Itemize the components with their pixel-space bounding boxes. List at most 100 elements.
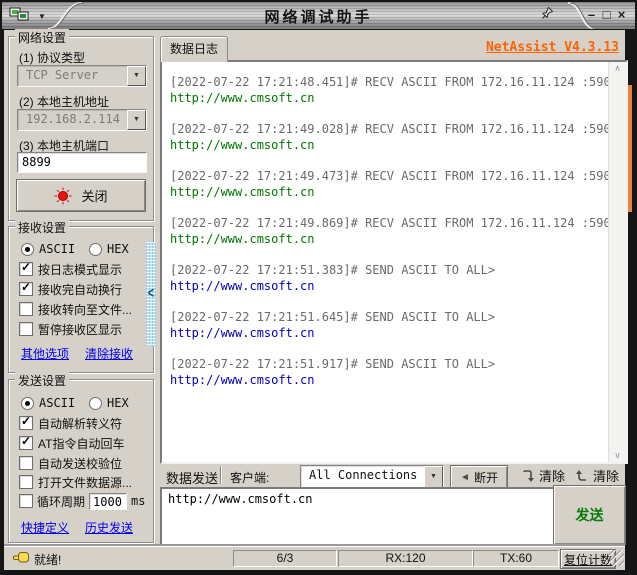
checkbox-checked-icon[interactable] xyxy=(19,282,33,296)
divider xyxy=(220,466,222,484)
status-counter-panel: 6/3 xyxy=(233,550,337,567)
radio-icon[interactable] xyxy=(89,243,102,256)
close-connection-button[interactable]: 关闭 xyxy=(16,179,146,212)
close-button[interactable]: × xyxy=(614,5,629,25)
checkbox-icon[interactable] xyxy=(19,494,33,508)
option-redirect-file[interactable]: 接收转向至文件... xyxy=(19,301,132,317)
radio-selected-icon[interactable] xyxy=(21,243,34,256)
checkbox-icon[interactable] xyxy=(19,302,33,316)
log-timestamp: [2022-07-22 17:21:51.645]# SEND ASCII TO… xyxy=(170,309,601,325)
checkbox-checked-icon[interactable] xyxy=(19,262,33,276)
tab-data-log[interactable]: 数据日志 xyxy=(160,36,228,62)
host-port-input[interactable]: 8899 xyxy=(17,152,147,173)
chevron-down-icon[interactable]: ▼ xyxy=(127,110,146,130)
client-label: 客户端: xyxy=(230,469,269,486)
reset-count-label: 复位计数 xyxy=(564,551,612,568)
scroll-up-icon[interactable]: ∧ xyxy=(614,62,621,75)
status-bar: 就绪! 6/3 RX:120 TX:60 复位计数 xyxy=(4,546,625,570)
log-url: http://www.cmsoft.cn xyxy=(170,325,601,341)
checkbox-icon[interactable] xyxy=(19,322,33,336)
red-status-led-icon xyxy=(54,187,72,205)
status-ready-text: 就绪! xyxy=(34,551,61,568)
minimize-button[interactable]: – xyxy=(584,5,599,25)
option-label: 暂停接收区显示 xyxy=(38,321,122,338)
status-tx-panel: TX:60 xyxy=(473,550,559,567)
option-log-mode[interactable]: 按日志模式显示 xyxy=(19,261,122,277)
log-timestamp: [2022-07-22 17:21:49.028]# RECV ASCII FR… xyxy=(170,121,601,137)
recv-ascii-radio[interactable]: ASCII xyxy=(21,241,75,257)
clear-receive-button[interactable]: 清除 xyxy=(521,466,565,485)
other-options-link[interactable]: 其他选项 xyxy=(21,345,69,362)
log-entry: [2022-07-22 17:21:49.869]# RECV ASCII FR… xyxy=(170,215,601,247)
option-pause-display[interactable]: 暂停接收区显示 xyxy=(19,321,122,337)
send-hex-label: HEX xyxy=(107,396,129,410)
window-content: 网络设置 (1) 协议类型 TCP Server ▼ (2) 本地主机地址 19… xyxy=(4,30,625,569)
data-send-label: 数据发送 xyxy=(166,468,218,487)
log-url: http://www.cmsoft.cn xyxy=(170,231,601,247)
version-link[interactable]: NetAssist V4.3.13 xyxy=(486,40,619,55)
titlebar[interactable]: ▼ 网络调试助手 – □ × xyxy=(2,2,635,29)
log-entry: [2022-07-22 17:21:51.383]# SEND ASCII TO… xyxy=(170,262,601,294)
send-ascii-radio[interactable]: ASCII xyxy=(21,395,75,411)
disconnect-label: 断开 xyxy=(474,469,498,486)
recv-hex-radio[interactable]: HEX xyxy=(89,241,129,257)
pin-icon[interactable] xyxy=(541,6,554,25)
option-label: 接收完自动换行 xyxy=(38,281,122,298)
send-hex-radio[interactable]: HEX xyxy=(89,395,129,411)
option-label: 自动发送校验位 xyxy=(38,455,122,472)
client-select[interactable]: All Connections (1) ▼ xyxy=(300,465,444,489)
send-text-input[interactable]: http://www.cmsoft.cn xyxy=(160,487,566,553)
send-button[interactable]: 发送 xyxy=(553,485,626,545)
host-address-value: 192.168.2.114 xyxy=(18,110,127,130)
checkbox-icon[interactable] xyxy=(19,475,33,489)
network-settings-group: 网络设置 (1) 协议类型 TCP Server ▼ (2) 本地主机地址 19… xyxy=(8,36,154,221)
option-file-source[interactable]: 打开文件数据源... xyxy=(19,474,132,490)
log-timestamp: [2022-07-22 17:21:49.473]# RECV ASCII FR… xyxy=(170,168,601,184)
clear-receive-link[interactable]: 清除接收 xyxy=(85,345,133,362)
host-address-select[interactable]: 192.168.2.114 ▼ xyxy=(17,109,147,131)
log-timestamp: [2022-07-22 17:21:49.869]# RECV ASCII FR… xyxy=(170,215,601,231)
disconnect-button[interactable]: ◄ 断开 xyxy=(450,465,508,489)
protocol-label: (1) 协议类型 xyxy=(19,49,85,66)
chevron-down-icon[interactable]: ▼ xyxy=(424,466,443,488)
clear-receive-label: 清除 xyxy=(539,466,565,485)
disconnect-arrow-icon: ◄ xyxy=(460,472,470,483)
radio-selected-icon[interactable] xyxy=(21,397,34,410)
collapse-arrow-icon: < xyxy=(148,286,154,303)
log-scrollbar[interactable]: ∧ ∨ xyxy=(608,62,626,462)
log-entry: [2022-07-22 17:21:51.917]# SEND ASCII TO… xyxy=(170,356,601,388)
option-label: 按日志模式显示 xyxy=(38,261,122,278)
option-parse-escape[interactable]: 自动解析转义符 xyxy=(19,415,122,431)
option-auto-newline[interactable]: 接收完自动换行 xyxy=(19,281,122,297)
clear-send-button[interactable]: 清除 xyxy=(575,466,619,485)
protocol-select[interactable]: TCP Server ▼ xyxy=(17,65,147,87)
option-label: AT指令自动回车 xyxy=(38,435,124,452)
option-label: 自动解析转义符 xyxy=(38,415,122,432)
reset-count-button[interactable]: 复位计数 xyxy=(560,549,616,569)
radio-icon[interactable] xyxy=(89,397,102,410)
log-text: [2022-07-22 17:21:48.451]# RECV ASCII FR… xyxy=(162,62,609,462)
checkbox-checked-icon[interactable] xyxy=(19,436,33,450)
clear-up-arrow-icon xyxy=(575,468,589,484)
scroll-down-icon[interactable]: ∨ xyxy=(614,449,621,462)
quick-define-link[interactable]: 快捷定义 xyxy=(21,519,69,536)
log-timestamp: [2022-07-22 17:21:48.451]# RECV ASCII FR… xyxy=(170,74,601,90)
host-address-label: (2) 本地主机地址 xyxy=(19,93,109,110)
log-url: http://www.cmsoft.cn xyxy=(170,278,601,294)
history-send-link[interactable]: 历史发送 xyxy=(85,519,133,536)
panel-collapse-splitter[interactable]: < xyxy=(146,242,156,346)
chevron-down-icon[interactable]: ▼ xyxy=(127,66,146,86)
maximize-button[interactable]: □ xyxy=(599,5,614,25)
data-log-area[interactable]: [2022-07-22 17:21:48.451]# RECV ASCII FR… xyxy=(160,60,628,464)
option-at-cr[interactable]: AT指令自动回车 xyxy=(19,435,124,451)
log-url: http://www.cmsoft.cn xyxy=(170,90,601,106)
checkbox-checked-icon[interactable] xyxy=(19,416,33,430)
cycle-input[interactable]: 1000 xyxy=(89,493,127,510)
option-auto-checksum[interactable]: 自动发送校验位 xyxy=(19,455,122,471)
status-rx-panel: RX:120 xyxy=(338,550,473,567)
log-entry: [2022-07-22 17:21:48.451]# RECV ASCII FR… xyxy=(170,74,601,106)
option-cycle-send[interactable]: 循环周期 1000 ms xyxy=(19,493,145,509)
receive-settings-group: 接收设置 ASCII HEX 按日志模式显示 接收完自动换行 接收转向至文件..… xyxy=(8,226,154,373)
resize-grip[interactable] xyxy=(609,550,624,566)
checkbox-icon[interactable] xyxy=(19,456,33,470)
